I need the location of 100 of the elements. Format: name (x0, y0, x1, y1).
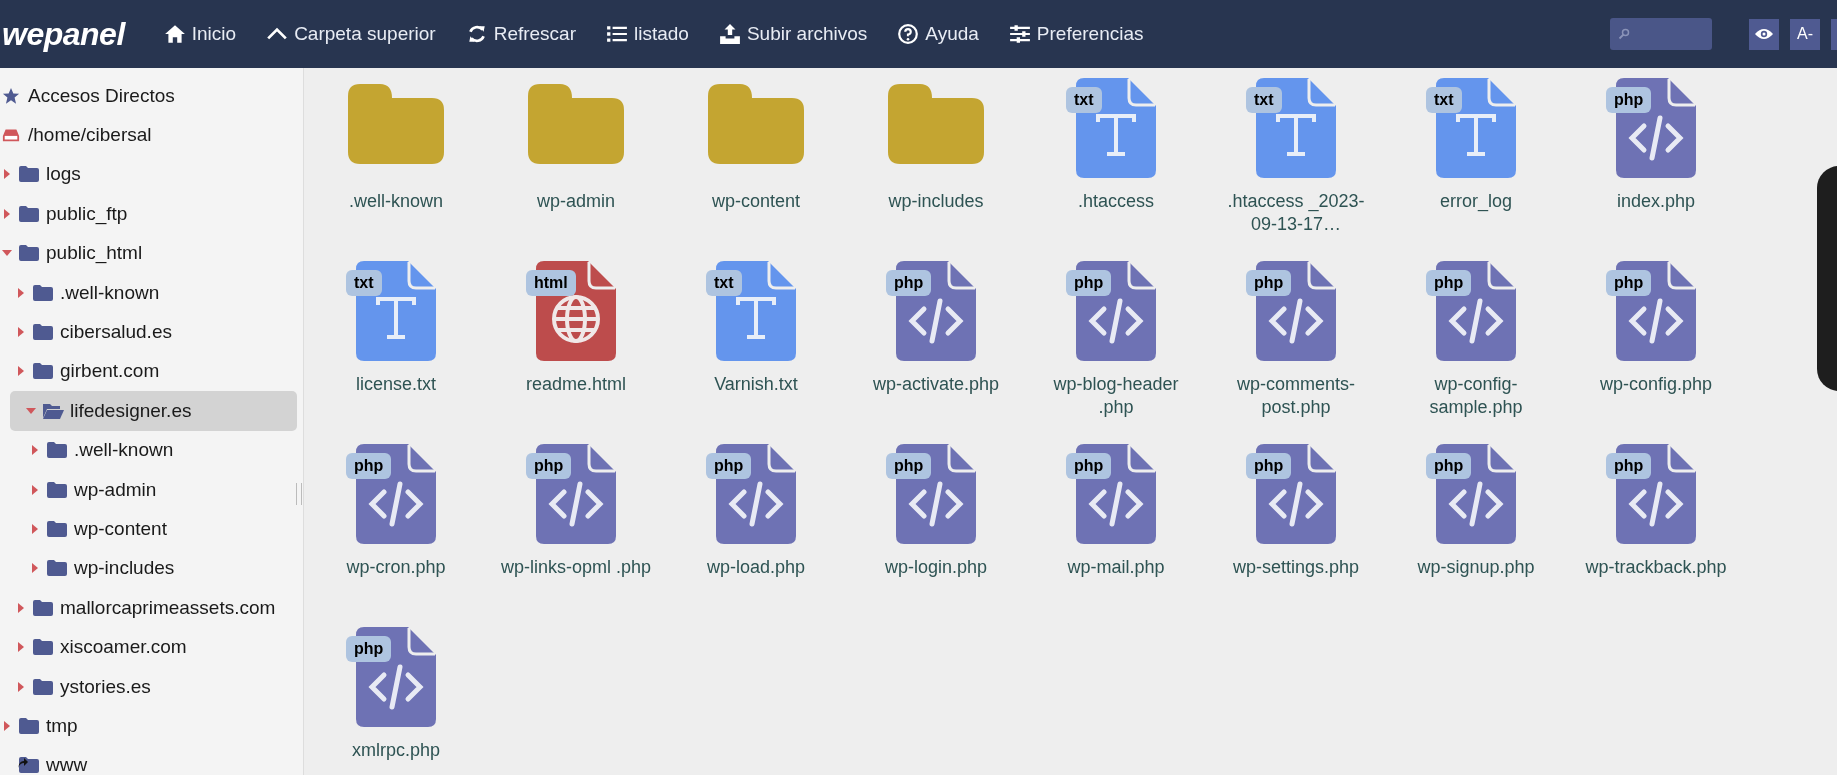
caret-right-icon[interactable] (30, 445, 40, 456)
file-name: wp-admin (536, 190, 616, 213)
file-item[interactable]: php wp-signup.php (1386, 442, 1566, 625)
tree-item[interactable]: logs (0, 154, 303, 195)
file-item[interactable]: php wp-load.php (666, 442, 846, 625)
folder-icon (18, 716, 40, 735)
tree-item[interactable]: xiscoamer.com (0, 627, 303, 667)
file-item[interactable]: wp-content (666, 76, 846, 259)
file-item[interactable]: html readme.html (486, 259, 666, 442)
file-item[interactable]: php index.php (1566, 76, 1746, 259)
tree-item[interactable]: Accesos Directos (0, 76, 303, 116)
tree-item[interactable]: wp-admin (0, 469, 303, 510)
tree-item[interactable]: public_ftp (0, 194, 303, 234)
code-file-icon (1436, 261, 1516, 361)
tree-item[interactable]: girbent.com (0, 351, 303, 392)
file-name: error_log (1438, 190, 1513, 213)
caret-right-icon[interactable] (16, 602, 26, 613)
tree-item[interactable]: mallorcaprimeassets.com (0, 588, 303, 628)
caret-right-icon[interactable] (2, 208, 12, 219)
code-file-icon (896, 444, 976, 544)
cut-off-button[interactable] (1831, 18, 1837, 50)
eye-icon (1754, 27, 1774, 41)
file-type-badge: php (1246, 270, 1292, 296)
list-icon (606, 23, 628, 45)
file-item[interactable]: wp-includes (846, 76, 1026, 259)
tree-item[interactable]: wp-includes (0, 548, 303, 589)
file-type-badge: txt (1246, 87, 1282, 113)
caret-right-icon[interactable] (16, 327, 26, 338)
file-name: license.txt (354, 373, 437, 396)
file-item[interactable]: php wp-comments-post.php (1206, 259, 1386, 442)
tree-item[interactable]: /home/cibersal (0, 115, 303, 155)
open-folder-icon (42, 401, 64, 420)
file-item[interactable]: php wp-config-sample.php (1386, 259, 1566, 442)
file-item[interactable]: php wp-login.php (846, 442, 1026, 625)
font-size-button[interactable]: A- (1790, 18, 1820, 50)
file-item[interactable]: .well-known (306, 76, 486, 259)
resize-handle[interactable] (296, 483, 302, 505)
file-item[interactable]: php wp-blog-header .php (1026, 259, 1206, 442)
file-item[interactable]: php wp-cron.php (306, 442, 486, 625)
toolbar-button[interactable]: listado (593, 19, 702, 49)
file-name: wp-comments-post.php (1236, 373, 1356, 419)
file-item[interactable]: php wp-activate.php (846, 259, 1026, 442)
search-icon (1618, 28, 1630, 40)
file-type-badge: php (886, 270, 932, 296)
selected-tree-item[interactable]: lifedesigner.es (10, 391, 297, 431)
code-file-icon (1616, 261, 1696, 361)
caret-right-icon[interactable] (16, 642, 26, 653)
file-item[interactable]: txt license.txt (306, 259, 486, 442)
tree-item[interactable]: www (0, 745, 303, 775)
toolbar-button[interactable]: Refrescar (452, 19, 589, 49)
caret-right-icon[interactable] (16, 681, 26, 692)
caret-right-icon[interactable] (16, 287, 26, 298)
file-name: wp-login.php (883, 556, 989, 579)
folder-icon (348, 84, 444, 164)
caret-right-icon[interactable] (2, 720, 12, 731)
file-item[interactable]: php xmlrpc.php (306, 625, 486, 775)
caret-right-icon[interactable] (30, 563, 40, 574)
caret-down-icon[interactable] (26, 405, 36, 416)
tree-item[interactable]: .well-known (0, 430, 303, 470)
file-item[interactable]: php wp-trackback.php (1566, 442, 1746, 625)
logo[interactable]: wepanel (2, 15, 125, 53)
file-name: xmlrpc.php (351, 739, 441, 762)
file-item[interactable]: php wp-mail.php (1026, 442, 1206, 625)
caret-right-icon[interactable] (30, 484, 40, 495)
file-item[interactable]: wp-admin (486, 76, 666, 259)
caret-right-icon[interactable] (2, 169, 12, 180)
folder-icon (18, 244, 40, 263)
file-name: wp-mail.php (1066, 556, 1166, 579)
toolbar-button[interactable]: Ayuda (884, 19, 992, 49)
tree-item[interactable]: cibersalud.es (0, 312, 303, 352)
file-item[interactable]: php wp-settings.php (1206, 442, 1386, 625)
file-item[interactable]: txt .htaccess _2023-09-13-17… (1206, 76, 1386, 259)
file-name: index.php (1615, 190, 1697, 213)
file-name: wp-config.php (1598, 373, 1714, 396)
file-item[interactable]: php wp-config.php (1566, 259, 1746, 442)
tree-item[interactable]: ystories.es (0, 666, 303, 707)
toolbar-button[interactable]: Preferencias (995, 19, 1157, 49)
code-file-icon (536, 444, 616, 544)
file-name: wp-load.php (705, 556, 807, 579)
toolbar-button[interactable]: Subir archivos (705, 19, 881, 49)
folder-icon (528, 84, 624, 164)
folder-icon (32, 598, 54, 617)
file-name: wp-config-sample.php (1428, 373, 1524, 419)
file-item[interactable]: txt error_log (1386, 76, 1566, 259)
search-field[interactable] (1610, 18, 1712, 50)
view-button[interactable] (1749, 18, 1779, 50)
tree-item[interactable]: wp-content (0, 509, 303, 549)
caret-right-icon[interactable] (16, 366, 26, 377)
toolbar-button[interactable]: Inicio (150, 19, 250, 49)
file-name: wp-settings.php (1231, 556, 1361, 579)
code-file-icon (1076, 444, 1156, 544)
toolbar-button[interactable]: Carpeta superior (253, 19, 449, 49)
tree-item[interactable]: tmp (0, 706, 303, 746)
file-item[interactable]: txt .htaccess (1026, 76, 1206, 259)
caret-right-icon[interactable] (30, 524, 40, 534)
tree-item[interactable]: public_html (0, 233, 303, 273)
file-item[interactable]: txt Varnish.txt (666, 259, 846, 442)
file-item[interactable]: php wp-links-opml .php (486, 442, 666, 625)
tree-item[interactable]: .well-known (0, 272, 303, 313)
file-type-badge: php (1426, 453, 1472, 479)
